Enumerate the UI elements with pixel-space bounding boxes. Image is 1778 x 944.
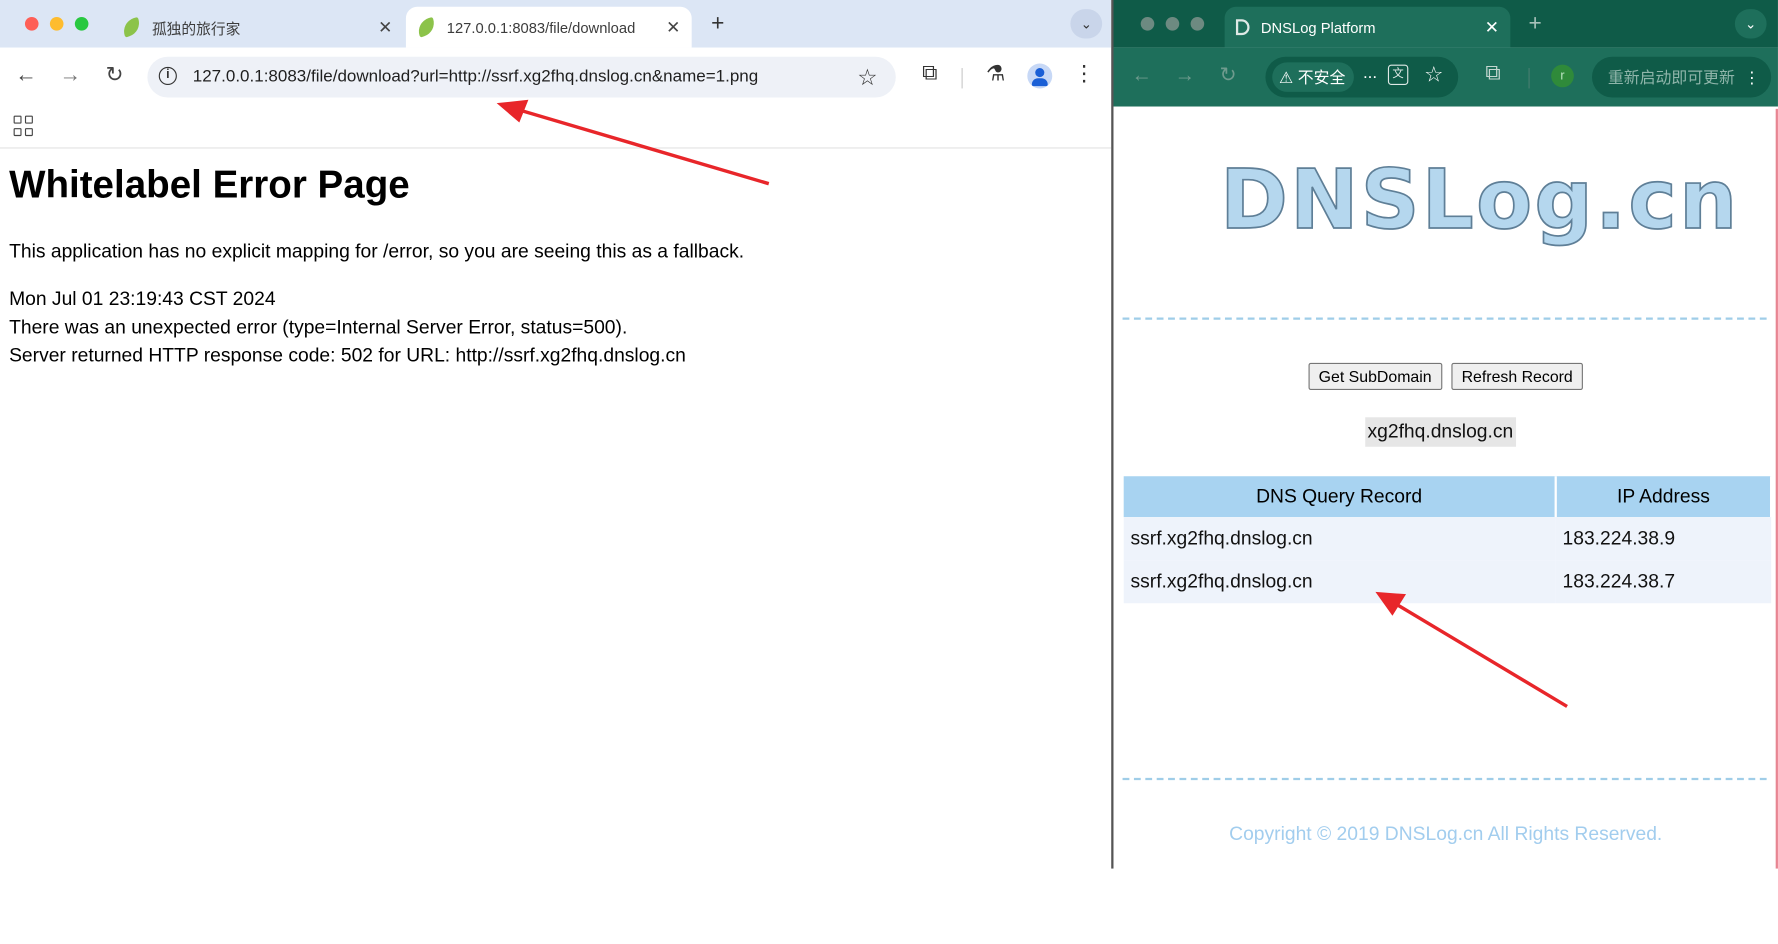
- dashed-divider-bottom: [1122, 777, 1767, 781]
- subdomain-display: xg2fhq.dnslog.cn: [1365, 417, 1516, 447]
- tab-dnslog-platform[interactable]: DNSLog Platform ✕: [1224, 6, 1511, 48]
- forward-arrow-icon[interactable]: →: [58, 63, 83, 88]
- new-tab-button[interactable]: +: [705, 11, 730, 36]
- profile-icon[interactable]: r: [1551, 64, 1574, 88]
- address-bar[interactable]: i 127.0.0.1:8083/file/download?url=http:…: [147, 56, 896, 98]
- left-toolbar: ← → ↻ i 127.0.0.1:8083/file/download?url…: [0, 47, 1112, 107]
- reload-icon[interactable]: ↻: [102, 63, 127, 88]
- back-arrow-icon[interactable]: ←: [1129, 63, 1154, 87]
- zoom-window-button[interactable]: [1190, 17, 1205, 31]
- error-timestamp: Mon Jul 01 23:19:43 CST 2024: [9, 288, 276, 310]
- apps-grid-icon[interactable]: [13, 115, 34, 136]
- extensions-icon[interactable]: ⧉: [916, 61, 943, 86]
- minimize-window-button[interactable]: [49, 17, 64, 31]
- tab-download-active[interactable]: 127.0.0.1:8083/file/download ✕: [405, 6, 692, 48]
- translate-icon[interactable]: 文: [1387, 64, 1409, 86]
- error-intro: This application has no explicit mapping…: [9, 240, 745, 262]
- zoom-window-button[interactable]: [74, 17, 89, 31]
- dashed-divider-top: [1122, 317, 1767, 320]
- tab-search-chevron-icon[interactable]: ⌄: [1070, 9, 1103, 39]
- forward-arrow-icon[interactable]: →: [1172, 63, 1197, 87]
- close-tab-icon[interactable]: ✕: [1485, 17, 1499, 37]
- record-cell: ssrf.xg2fhq.dnslog.cn: [1123, 560, 1556, 604]
- dnslog-logo: DNSLog.cn: [1219, 151, 1740, 248]
- update-button[interactable]: 重新启动即可更新 ⋮: [1591, 56, 1772, 98]
- error-server-line: Server returned HTTP response code: 502 …: [9, 344, 686, 367]
- address-bar[interactable]: ⚠ 不安全 ... 文 ☆: [1265, 56, 1459, 98]
- copyright-footer: Copyright © 2019 DNSLog.cn All Rights Re…: [1229, 823, 1663, 845]
- toolbar-divider: [961, 68, 963, 89]
- header-ip-address: IP Address: [1555, 476, 1773, 518]
- table-row: ssrf.xg2fhq.dnslog.cn 183.224.38.7: [1123, 560, 1772, 604]
- table-row: ssrf.xg2fhq.dnslog.cn 183.224.38.9: [1123, 517, 1772, 561]
- left-browser-window: 孤独的旅行家 ✕ 127.0.0.1:8083/file/download ✕ …: [0, 0, 1112, 869]
- tab-search-chevron-icon[interactable]: ⌄: [1734, 9, 1767, 39]
- get-subdomain-button[interactable]: Get SubDomain: [1308, 362, 1442, 391]
- security-label: 不安全: [1297, 68, 1346, 87]
- kebab-menu-icon[interactable]: ⋮: [1070, 61, 1097, 87]
- spring-leaf-icon: [415, 16, 438, 38]
- close-window-button[interactable]: [1140, 17, 1155, 31]
- spring-leaf-icon: [120, 16, 143, 38]
- right-browser-window: DNSLog Platform ✕ + ⌄ ← → ↻ ⚠ 不安全 ... 文 …: [1111, 0, 1778, 869]
- update-label: 重新启动即可更新: [1607, 68, 1735, 87]
- back-arrow-icon[interactable]: ←: [14, 63, 39, 88]
- right-toolbar: ← → ↻ ⚠ 不安全 ... 文 ☆ ⧉ r 重新启动即可更新 ⋮: [1113, 47, 1778, 107]
- tab-lonely-traveler[interactable]: 孤独的旅行家 ✕: [111, 7, 404, 48]
- toolbar-divider: [1528, 68, 1530, 89]
- tab-title: DNSLog Platform: [1260, 18, 1376, 36]
- warning-icon: ⚠: [1279, 68, 1294, 87]
- right-tab-strip: DNSLog Platform ✕ + ⌄: [1113, 0, 1778, 48]
- close-tab-icon[interactable]: ✕: [378, 17, 392, 37]
- labs-icon[interactable]: ⚗: [982, 61, 1009, 87]
- kebab-menu-icon[interactable]: ⋮: [1744, 57, 1760, 98]
- screenshot-root: 孤独的旅行家 ✕ 127.0.0.1:8083/file/download ✕ …: [0, 0, 1778, 928]
- tab-title: 孤独的旅行家: [151, 19, 241, 37]
- star-icon[interactable]: ☆: [1424, 62, 1443, 88]
- dnslog-favicon-icon: [1235, 19, 1250, 36]
- close-tab-icon[interactable]: ✕: [666, 17, 680, 37]
- error-page-content: Whitelabel Error Page This application h…: [9, 163, 1098, 369]
- extensions-icon[interactable]: ⧉: [1485, 61, 1500, 86]
- url-ellipsis: ...: [1362, 63, 1378, 83]
- security-chip[interactable]: ⚠ 不安全: [1272, 62, 1355, 92]
- refresh-record-button[interactable]: Refresh Record: [1451, 362, 1583, 391]
- record-cell: ssrf.xg2fhq.dnslog.cn: [1123, 517, 1556, 561]
- dns-record-table: DNS Query Record IP Address ssrf.xg2fhq.…: [1123, 476, 1773, 604]
- address-url[interactable]: 127.0.0.1:8083/file/download?url=http://…: [193, 67, 758, 86]
- action-buttons: Get SubDomain Refresh Record: [1113, 362, 1777, 391]
- info-icon[interactable]: i: [158, 66, 177, 86]
- new-tab-button[interactable]: +: [1528, 11, 1541, 37]
- ip-cell: 183.224.38.7: [1555, 560, 1772, 604]
- ip-cell: 183.224.38.9: [1555, 517, 1772, 561]
- table-header-row: DNS Query Record IP Address: [1123, 476, 1773, 518]
- page-title: Whitelabel Error Page: [9, 163, 410, 207]
- bookmarks-bar: [0, 107, 1112, 149]
- dnslog-page: DNSLog.cn Get SubDomain Refresh Record x…: [1113, 106, 1778, 869]
- profile-icon[interactable]: [1027, 63, 1053, 89]
- left-tab-strip: 孤独的旅行家 ✕ 127.0.0.1:8083/file/download ✕ …: [0, 0, 1112, 48]
- header-dns-query-record: DNS Query Record: [1123, 476, 1557, 518]
- error-type-line: There was an unexpected error (type=Inte…: [9, 316, 628, 338]
- close-window-button[interactable]: [24, 17, 39, 31]
- minimize-window-button[interactable]: [1165, 17, 1180, 31]
- reload-icon[interactable]: ↻: [1216, 63, 1241, 87]
- tab-title: 127.0.0.1:8083/file/download: [446, 18, 636, 36]
- star-icon[interactable]: ☆: [857, 63, 877, 91]
